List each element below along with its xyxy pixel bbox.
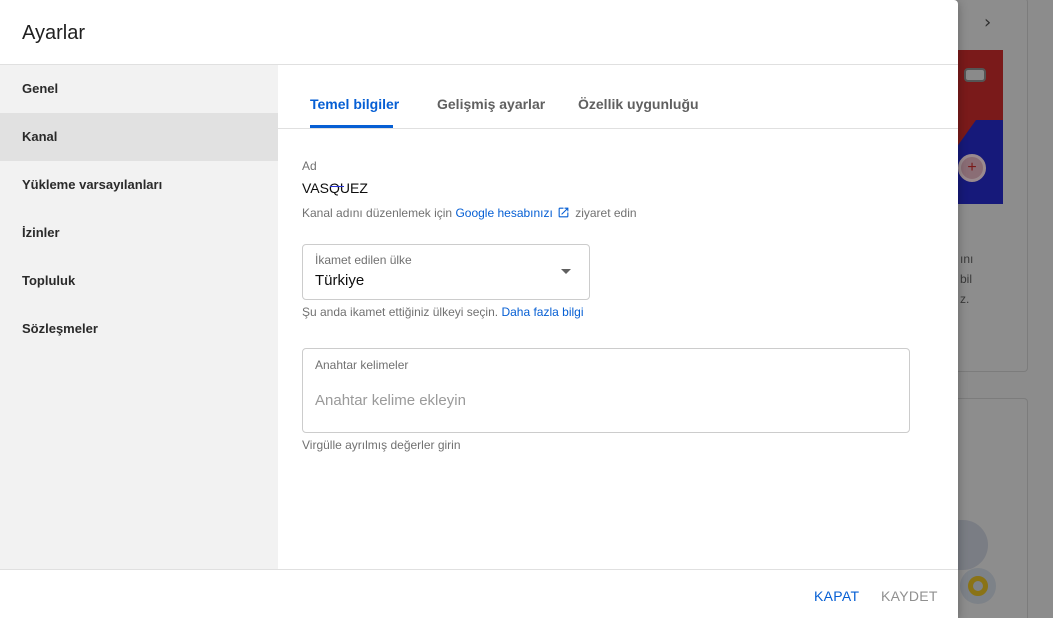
learn-more-link[interactable]: Daha fazla bilgi: [501, 305, 583, 319]
name-label: Ad: [302, 159, 317, 173]
background-illustration: [958, 520, 1000, 606]
dialog-footer: KAPAT KAYDET: [0, 569, 958, 618]
play-icon: [964, 68, 986, 82]
settings-content: Temel bilgiler Gelişmiş ayarlar Özellik …: [278, 65, 958, 569]
name-help-prefix: Kanal adını düzenlemek için: [302, 206, 453, 220]
keywords-help-text: Virgülle ayrılmış değerler girin: [302, 438, 461, 452]
channel-name-value: VASQUEZ: [302, 180, 368, 196]
close-button[interactable]: KAPAT: [814, 588, 859, 604]
tab-advanced-settings[interactable]: Gelişmiş ayarlar: [437, 96, 545, 112]
chevron-right-icon: ›: [984, 12, 992, 33]
sidebar-item-agreements[interactable]: Sözleşmeler: [0, 305, 278, 353]
country-help-text: Şu anda ikamet ettiğiniz ülkeyi seçin. D…: [302, 305, 584, 319]
name-help-text: Kanal adını düzenlemek için Google hesab…: [302, 206, 637, 220]
settings-dialog: Ayarlar Genel Kanal Yükleme varsayılanla…: [0, 0, 958, 618]
sidebar-item-community[interactable]: Topluluk: [0, 257, 278, 305]
tab-feature-eligibility[interactable]: Özellik uygunluğu: [578, 96, 699, 112]
keywords-input[interactable]: [315, 389, 895, 411]
country-select[interactable]: İkamet edilen ülke Türkiye: [302, 244, 590, 300]
country-value: Türkiye: [315, 272, 365, 289]
caret-down-icon: [561, 269, 571, 274]
background-text: ını: [960, 252, 974, 266]
name-help-suffix: ziyaret edin: [575, 206, 637, 220]
cursor-mark: [330, 186, 344, 187]
active-tab-indicator: [310, 125, 393, 128]
background-text: bil: [960, 272, 973, 286]
sidebar-item-general[interactable]: Genel: [0, 65, 278, 113]
tab-bar: Temel bilgiler Gelişmiş ayarlar Özellik …: [278, 65, 958, 129]
save-button[interactable]: KAYDET: [881, 588, 938, 604]
dialog-title: Ayarlar: [22, 22, 85, 44]
keywords-label: Anahtar kelimeler: [315, 358, 409, 372]
plus-icon: +: [958, 154, 986, 182]
country-help-prefix: Şu anda ikamet ettiğiniz ülkeyi seçin.: [302, 305, 499, 319]
google-account-link[interactable]: Google hesabınızı: [455, 206, 552, 220]
dialog-header: Ayarlar: [0, 0, 958, 65]
external-link-icon[interactable]: [557, 206, 570, 219]
settings-sidebar: Genel Kanal Yükleme varsayılanları İzinl…: [0, 65, 278, 569]
background-thumbnail: +: [958, 50, 1003, 204]
sidebar-item-permissions[interactable]: İzinler: [0, 209, 278, 257]
keywords-field[interactable]: Anahtar kelimeler: [302, 348, 910, 433]
tab-basic-info[interactable]: Temel bilgiler: [310, 96, 399, 112]
country-label: İkamet edilen ülke: [315, 253, 412, 267]
sidebar-item-upload-defaults[interactable]: Yükleme varsayılanları: [0, 161, 278, 209]
background-text: z.: [960, 292, 970, 306]
sidebar-item-channel[interactable]: Kanal: [0, 113, 278, 161]
